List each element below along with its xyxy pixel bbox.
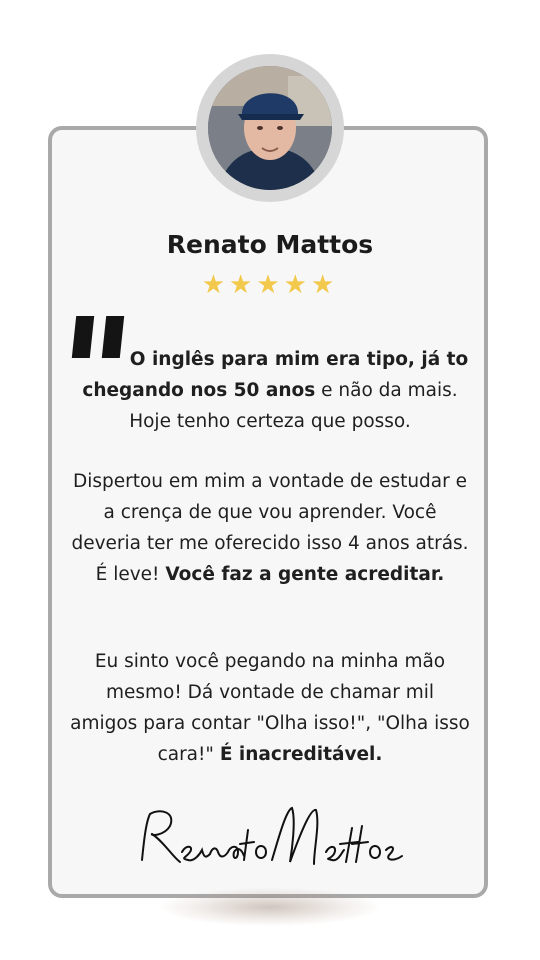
paragraph-3-bold: É inacreditável. — [219, 744, 383, 765]
author-name: Renato Mattos — [166, 230, 374, 259]
avatar-photo — [208, 66, 332, 190]
card-shadow — [160, 888, 380, 926]
signature-image — [141, 806, 403, 865]
rating-stars: ★★★★★ — [201, 270, 339, 300]
avatar — [208, 66, 332, 190]
avatar-ring — [196, 54, 344, 202]
testimonial-paragraph-2: Dispertou em mim a vontade de estudar e … — [70, 466, 470, 590]
signature — [130, 800, 430, 880]
testimonial-paragraph-1: O inglês para mim era tipo, já to chegan… — [70, 344, 470, 437]
testimonial-paragraph-3: Eu sinto você pegando na minha mão mesmo… — [70, 646, 470, 770]
paragraph-2-bold: Você faz a gente acreditar. — [165, 564, 445, 585]
